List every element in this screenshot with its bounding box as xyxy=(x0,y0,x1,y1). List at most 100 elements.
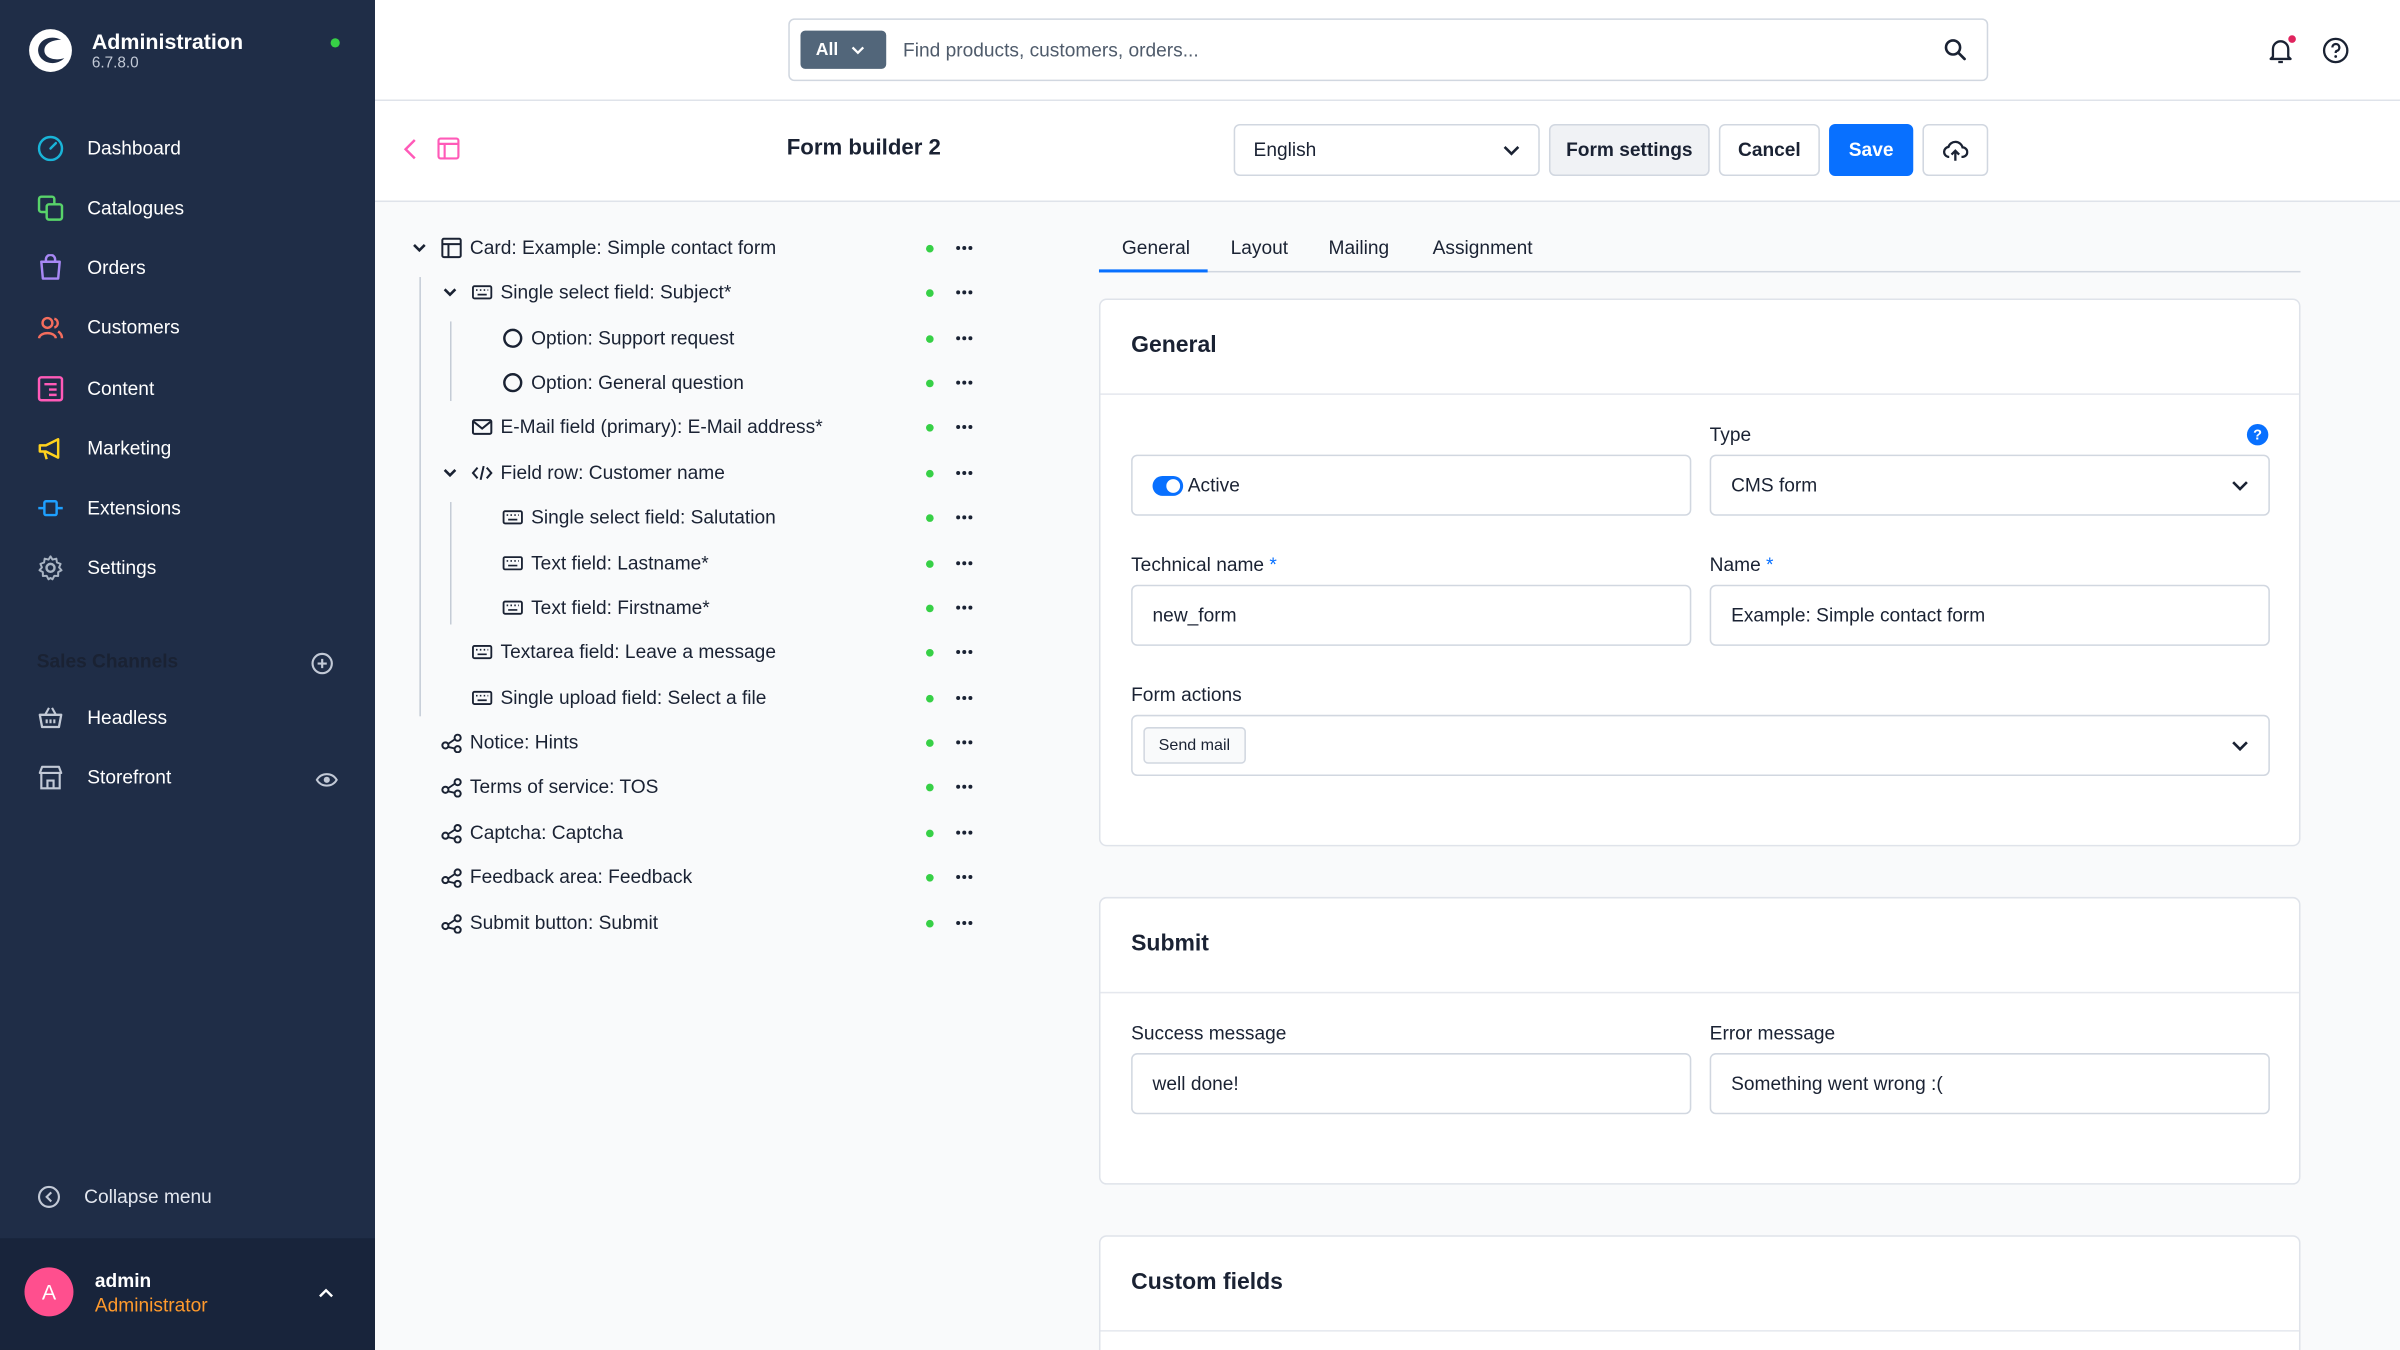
tree-item[interactable]: Option: General question xyxy=(502,366,744,400)
add-sales-channel-icon[interactable] xyxy=(311,652,334,675)
tab-mailing[interactable]: Mailing xyxy=(1329,237,1390,258)
error-message-input[interactable]: Something went wrong :( xyxy=(1709,1053,2270,1115)
chevron-up-icon[interactable] xyxy=(317,1286,335,1301)
nav-item-content[interactable]: Content xyxy=(37,370,155,407)
collapse-menu-button[interactable]: Collapse menu xyxy=(37,1182,212,1213)
help-tooltip-icon[interactable]: ? xyxy=(2246,423,2269,446)
dashboard-icon xyxy=(37,135,64,162)
active-status-dot xyxy=(926,244,934,253)
extensions-icon xyxy=(38,500,63,517)
send-mail-chip[interactable]: Send mail xyxy=(1143,727,1246,764)
more-options-icon[interactable] xyxy=(955,424,973,430)
search-scope-dropdown[interactable]: All xyxy=(800,30,887,69)
share-icon xyxy=(441,778,462,798)
content-icon xyxy=(37,376,64,402)
form-actions-multiselect[interactable]: Send mail xyxy=(1131,714,2270,777)
option-icon xyxy=(503,373,523,393)
cloud-upload-button[interactable] xyxy=(1922,123,1989,177)
more-options-icon[interactable] xyxy=(955,830,973,836)
sales-channel-headless[interactable]: Headless xyxy=(37,699,167,736)
more-options-icon[interactable] xyxy=(955,695,973,701)
active-status-dot xyxy=(926,829,934,838)
tree-item[interactable]: E-Mail field (primary): E-Mail address* xyxy=(471,410,823,444)
active-status-dot xyxy=(926,604,934,613)
nav-item-marketing[interactable]: Marketing xyxy=(37,430,172,467)
tree-item-label: Option: Support request xyxy=(531,327,735,349)
chevron-down-icon[interactable] xyxy=(442,286,457,298)
tree-item[interactable]: Terms of service: TOS xyxy=(441,770,658,804)
required-marker: * xyxy=(1269,554,1277,576)
nav-item-settings[interactable]: Settings xyxy=(37,549,156,586)
tree-item[interactable]: Single upload field: Select a file xyxy=(471,681,766,715)
form-settings-button[interactable]: Form settings xyxy=(1548,123,1710,177)
tree-item[interactable]: Single select field: Salutation xyxy=(502,501,776,535)
nav-item-extensions[interactable]: Extensions xyxy=(37,490,181,527)
more-options-icon[interactable] xyxy=(955,920,973,926)
language-select[interactable]: English xyxy=(1233,123,1540,177)
active-toggle-switch[interactable] xyxy=(1152,475,1184,496)
more-options-icon[interactable] xyxy=(955,380,973,386)
sales-channel-storefront[interactable]: Storefront xyxy=(37,759,172,796)
nav-label: Content xyxy=(87,378,155,400)
name-label-text: Name xyxy=(1709,554,1761,576)
tree-item[interactable]: Text field: Firstname* xyxy=(502,591,710,625)
more-options-icon[interactable] xyxy=(955,649,973,655)
search-input[interactable] xyxy=(903,33,1898,68)
tree-item[interactable]: Field row: Customer name xyxy=(471,456,725,490)
layout-icon[interactable] xyxy=(436,136,460,160)
avatar[interactable]: A xyxy=(24,1267,74,1317)
success-message-input[interactable]: well done! xyxy=(1131,1053,1692,1115)
tree-item[interactable]: Submit button: Submit xyxy=(441,906,658,940)
active-status-dot xyxy=(926,873,934,882)
save-button[interactable]: Save xyxy=(1829,123,1914,177)
more-options-icon[interactable] xyxy=(955,245,973,251)
more-options-icon[interactable] xyxy=(955,605,973,611)
tab-general[interactable]: General xyxy=(1122,237,1190,258)
active-status-dot xyxy=(926,514,934,522)
tree-item[interactable]: Notice: Hints xyxy=(441,726,578,760)
cancel-button[interactable]: Cancel xyxy=(1718,123,1820,177)
back-arrow-icon[interactable] xyxy=(401,138,419,161)
tree-item[interactable]: Option: Support request xyxy=(502,321,734,355)
keyboard-icon xyxy=(472,690,493,705)
tree-item[interactable]: Single select field: Subject* xyxy=(471,276,731,310)
tree-item[interactable]: Feedback area: Feedback xyxy=(441,860,692,894)
more-options-icon[interactable] xyxy=(955,514,973,520)
customers-icon xyxy=(37,316,64,339)
tree-item[interactable]: Textarea field: Leave a message xyxy=(471,635,776,669)
tree-item-label: Text field: Lastname* xyxy=(531,552,709,574)
nav-item-dashboard[interactable]: Dashboard xyxy=(37,130,181,167)
form-actions-label: Form actions xyxy=(1131,684,1242,706)
more-options-icon[interactable] xyxy=(955,470,973,476)
tree-item[interactable]: Captcha: Captcha xyxy=(441,816,623,850)
tree-item[interactable]: Text field: Lastname* xyxy=(502,546,709,580)
active-status-dot xyxy=(926,289,934,297)
tab-assignment[interactable]: Assignment xyxy=(1433,237,1533,258)
tree-item-label: Single select field: Salutation xyxy=(531,506,776,529)
nav-item-customers[interactable]: Customers xyxy=(37,309,180,346)
mail-icon xyxy=(471,419,493,435)
nav-item-orders[interactable]: Orders xyxy=(37,249,146,286)
collapse-left-icon xyxy=(37,1185,60,1208)
name-input[interactable]: Example: Simple contact form xyxy=(1709,584,2270,646)
technical-name-input[interactable]: new_form xyxy=(1131,584,1692,646)
more-options-icon[interactable] xyxy=(955,335,973,341)
search-icon[interactable] xyxy=(1944,38,1967,61)
help-icon[interactable] xyxy=(2322,37,2350,65)
eye-icon[interactable] xyxy=(315,770,338,790)
tab-layout[interactable]: Layout xyxy=(1231,237,1288,258)
more-options-icon[interactable] xyxy=(955,289,973,295)
active-toggle-field[interactable]: Active xyxy=(1131,454,1692,516)
tree-item[interactable]: Card: Example: Simple contact form xyxy=(441,231,776,265)
tree-item-label: Feedback area: Feedback xyxy=(469,866,693,888)
type-select[interactable]: CMS form xyxy=(1709,454,2270,516)
more-options-icon[interactable] xyxy=(955,739,973,745)
chevron-down-icon[interactable] xyxy=(412,242,427,254)
more-options-icon[interactable] xyxy=(955,874,973,880)
nav-item-catalogues[interactable]: Catalogues xyxy=(37,190,184,227)
shopware-logo-icon[interactable] xyxy=(28,28,74,74)
more-options-icon[interactable] xyxy=(955,784,973,790)
chevron-down-icon[interactable] xyxy=(442,467,457,479)
more-options-icon[interactable] xyxy=(955,560,973,566)
share-icon xyxy=(441,733,462,754)
